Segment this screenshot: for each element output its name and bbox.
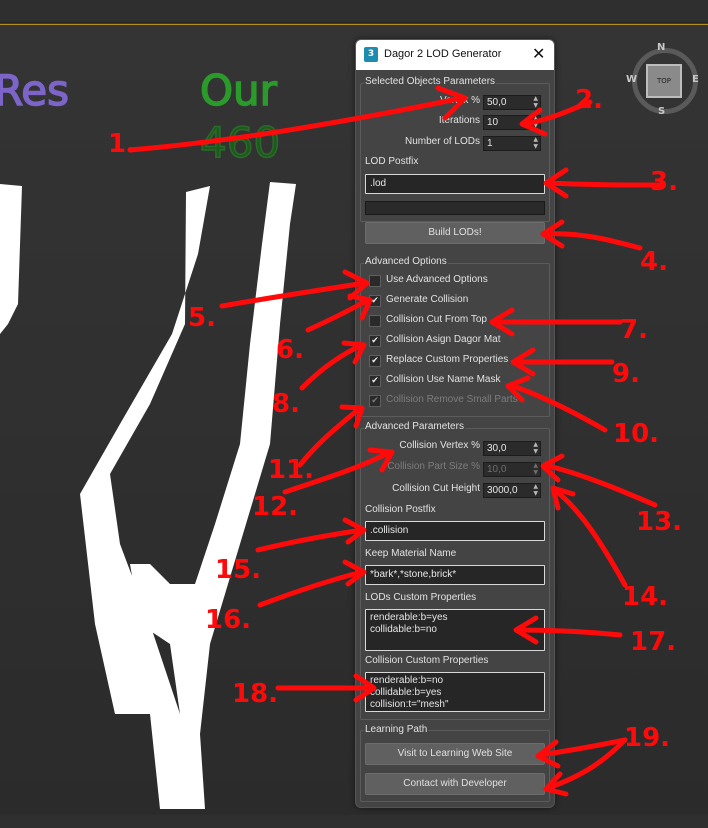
lod-generator-dialog: 3 Dagor 2 LOD Generator ✕ Selected Objec… xyxy=(355,39,555,808)
vertex-label: Vertex % xyxy=(439,95,480,106)
collision-asign-dagor-mat-checkbox[interactable]: ✔ xyxy=(369,335,381,347)
collision-postfix-label: Collision Postfix xyxy=(365,504,436,515)
generate-collision-checkbox[interactable]: ✔ xyxy=(369,295,381,307)
close-icon[interactable]: ✕ xyxy=(532,44,545,64)
dialog-title-bar[interactable]: 3 Dagor 2 LOD Generator ✕ xyxy=(356,40,554,70)
app-icon: 3 xyxy=(364,47,378,62)
keep-material-name-input[interactable]: *bark*,*stone,brick* xyxy=(365,565,545,585)
collision-cut-from-top-checkbox[interactable] xyxy=(369,315,381,327)
collision-remove-small-parts-checkbox: ✔ xyxy=(369,395,381,407)
collision-custom-properties-textarea[interactable]: renderable:b=no collidable:b=yes collisi… xyxy=(365,672,545,712)
lods-custom-properties-textarea[interactable]: renderable:b=yes collidable:b=no xyxy=(365,609,545,651)
replace-custom-properties-label[interactable]: Replace Custom Properties xyxy=(386,354,508,365)
compass-east: E xyxy=(692,74,699,85)
collision-vertex-label: Collision Vertex % xyxy=(399,440,480,451)
collision-cut-from-top-label[interactable]: Collision Cut From Top xyxy=(386,314,487,325)
advanced-parameters-header: Advanced Parameters xyxy=(364,421,465,432)
collision-part-size-spinner: 10,0 ▲ ▼ xyxy=(483,462,541,477)
learning-web-site-button[interactable]: Visit to Learning Web Site xyxy=(365,743,545,765)
iterations-spinner[interactable]: 10 ▲ ▼ xyxy=(483,115,541,130)
spinner-arrows-icon[interactable]: ▲ ▼ xyxy=(533,136,538,150)
spinner-arrows-icon[interactable]: ▲ ▼ xyxy=(533,115,538,129)
compass-south: S xyxy=(658,106,666,117)
bottom-toolbar xyxy=(0,815,708,828)
compass-north: N xyxy=(657,42,666,53)
collision-cut-height-spinner[interactable]: 3000,0 ▲ ▼ xyxy=(483,483,541,498)
contact-developer-button[interactable]: Contact with Developer xyxy=(365,773,545,795)
learning-path-header: Learning Path xyxy=(364,724,429,735)
collision-part-size-label: Collision Part Size % xyxy=(387,461,480,472)
generate-collision-label[interactable]: Generate Collision xyxy=(386,294,468,305)
lod-postfix-label: LOD Postfix xyxy=(365,156,419,167)
spinner-arrows-icon[interactable]: ▲ ▼ xyxy=(533,483,538,497)
spinner-arrows-icon[interactable]: ▲ ▼ xyxy=(533,441,538,455)
collision-cut-height-label: Collision Cut Height xyxy=(392,483,480,494)
number-of-lods-label: Number of LODs xyxy=(404,136,480,147)
collision-postfix-input[interactable]: .collision xyxy=(365,521,545,541)
use-advanced-options-checkbox[interactable] xyxy=(369,275,381,287)
build-progress-bar xyxy=(365,201,545,215)
use-advanced-options-label[interactable]: Use Advanced Options xyxy=(386,274,488,285)
selected-objects-header: Selected Objects Parameters xyxy=(364,76,497,87)
spinner-arrows-icon: ▲ ▼ xyxy=(533,462,538,476)
compass-west: W xyxy=(626,74,638,85)
collision-vertex-spinner[interactable]: 30,0 ▲ ▼ xyxy=(483,441,541,456)
advanced-options-header: Advanced Options xyxy=(364,256,448,267)
lod-postfix-input[interactable]: .lod xyxy=(365,174,545,194)
build-lods-button[interactable]: Build LODs! xyxy=(365,222,545,244)
view-cube-top-face[interactable]: TOP xyxy=(646,64,682,98)
collision-use-name-mask-label[interactable]: Collision Use Name Mask xyxy=(386,374,500,385)
collision-asign-dagor-mat-label[interactable]: Collision Asign Dagor Mat xyxy=(386,334,501,345)
iterations-label: Iterations xyxy=(438,115,480,126)
replace-custom-properties-checkbox[interactable]: ✔ xyxy=(369,355,381,367)
iterations-value[interactable]: 10 xyxy=(487,116,498,129)
collision-use-name-mask-checkbox[interactable]: ✔ xyxy=(369,375,381,387)
vertex-spinner[interactable]: 50,0 ▲ ▼ xyxy=(483,95,541,110)
number-of-lods-value[interactable]: 1 xyxy=(487,137,493,150)
keep-material-name-label: Keep Material Name xyxy=(365,548,457,559)
top-toolbar xyxy=(0,0,708,23)
collision-remove-small-parts-label: Collision Remove Small Parts xyxy=(386,394,518,405)
lods-custom-properties-label: LODs Custom Properties xyxy=(365,592,477,603)
number-of-lods-spinner[interactable]: 1 ▲ ▼ xyxy=(483,136,541,151)
collision-custom-properties-label: Collision Custom Properties xyxy=(365,655,489,666)
view-cube[interactable]: TOP N S W E xyxy=(626,42,702,118)
tree-model xyxy=(0,182,296,809)
dialog-title: Dagor 2 LOD Generator xyxy=(384,48,502,60)
spinner-arrows-icon[interactable]: ▲ ▼ xyxy=(533,95,538,109)
vertex-value[interactable]: 50,0 xyxy=(487,96,506,109)
